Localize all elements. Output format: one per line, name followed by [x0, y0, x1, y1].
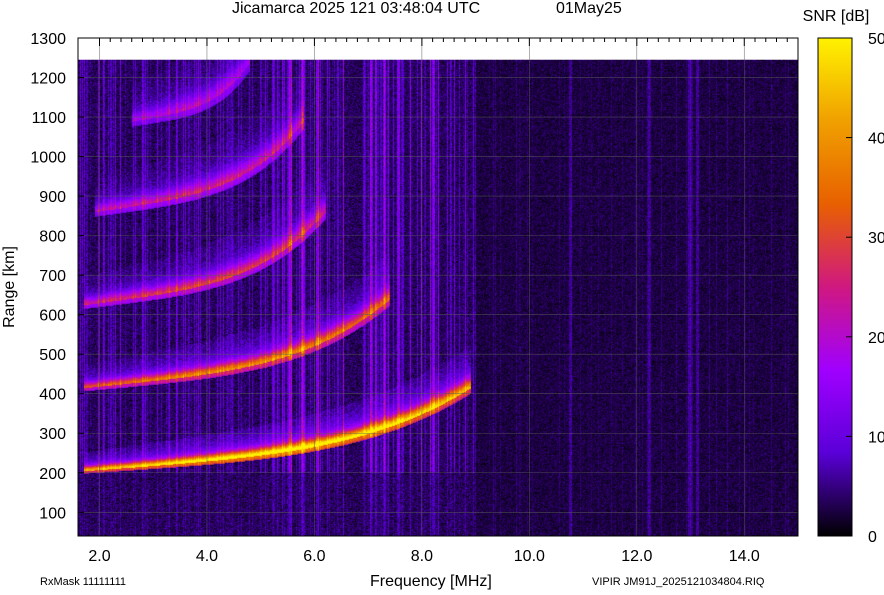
y-tick-label: 900 [39, 189, 66, 206]
rxmask-label: RxMask 11111111 [40, 576, 127, 588]
ionogram-chart: 2.0 4.0 6.0 8.0 10.0 12.0 14.01002003004005006… [1, 8, 884, 565]
heatmap-raster [78, 59, 798, 536]
y-tick-label: 1000 [30, 150, 66, 167]
colorbar-label: SNR [dB] [803, 8, 870, 25]
y-tick-label: 100 [39, 505, 66, 522]
x-tick-label: 2.0 [88, 548, 110, 565]
colorbar-tick-label: 0 [868, 529, 877, 546]
colorbar-tick-label: 50 [868, 31, 884, 48]
colorbar-tick-label: 40 [868, 131, 884, 148]
heatmap-layer [78, 59, 798, 536]
y-tick-label: 1200 [30, 71, 66, 88]
y-axis-label: Range [km] [1, 246, 18, 328]
chart-date: 01May25 [556, 0, 622, 17]
y-tick-label: 300 [39, 426, 66, 443]
x-tick-label: 4.0 [196, 548, 218, 565]
x-tick-label: 12.0 [621, 548, 652, 565]
colorbar-tick-label: 10 [868, 429, 884, 446]
y-tick-label: 600 [39, 308, 66, 325]
y-tick-label: 200 [39, 466, 66, 483]
x-tick-label: 8.0 [411, 548, 433, 565]
y-tick-label: 1300 [30, 31, 66, 48]
y-tick-label: 1100 [32, 110, 67, 127]
y-tick-label: 800 [39, 229, 66, 246]
file-label: VIPIR JM91J_2025121034804.RIQ [592, 576, 765, 588]
colorbar-gradient [817, 37, 853, 537]
x-tick-label: 6.0 [303, 548, 325, 565]
x-tick-label: 10.0 [514, 548, 545, 565]
x-tick-label: 14.0 [729, 548, 760, 565]
x-axis-label: Frequency [MHz] [370, 573, 492, 590]
chart-title: Jicamarca 2025 121 03:48:04 UTC [232, 0, 481, 17]
colorbar: 0 10 20 30 40 50 SNR [dB] [803, 8, 884, 546]
colorbar-tick-label: 30 [868, 230, 884, 247]
y-tick-label: 400 [39, 387, 66, 404]
y-tick-label: 500 [39, 347, 66, 364]
colorbar-tick-label: 20 [868, 330, 884, 347]
y-tick-label: 700 [39, 268, 66, 285]
